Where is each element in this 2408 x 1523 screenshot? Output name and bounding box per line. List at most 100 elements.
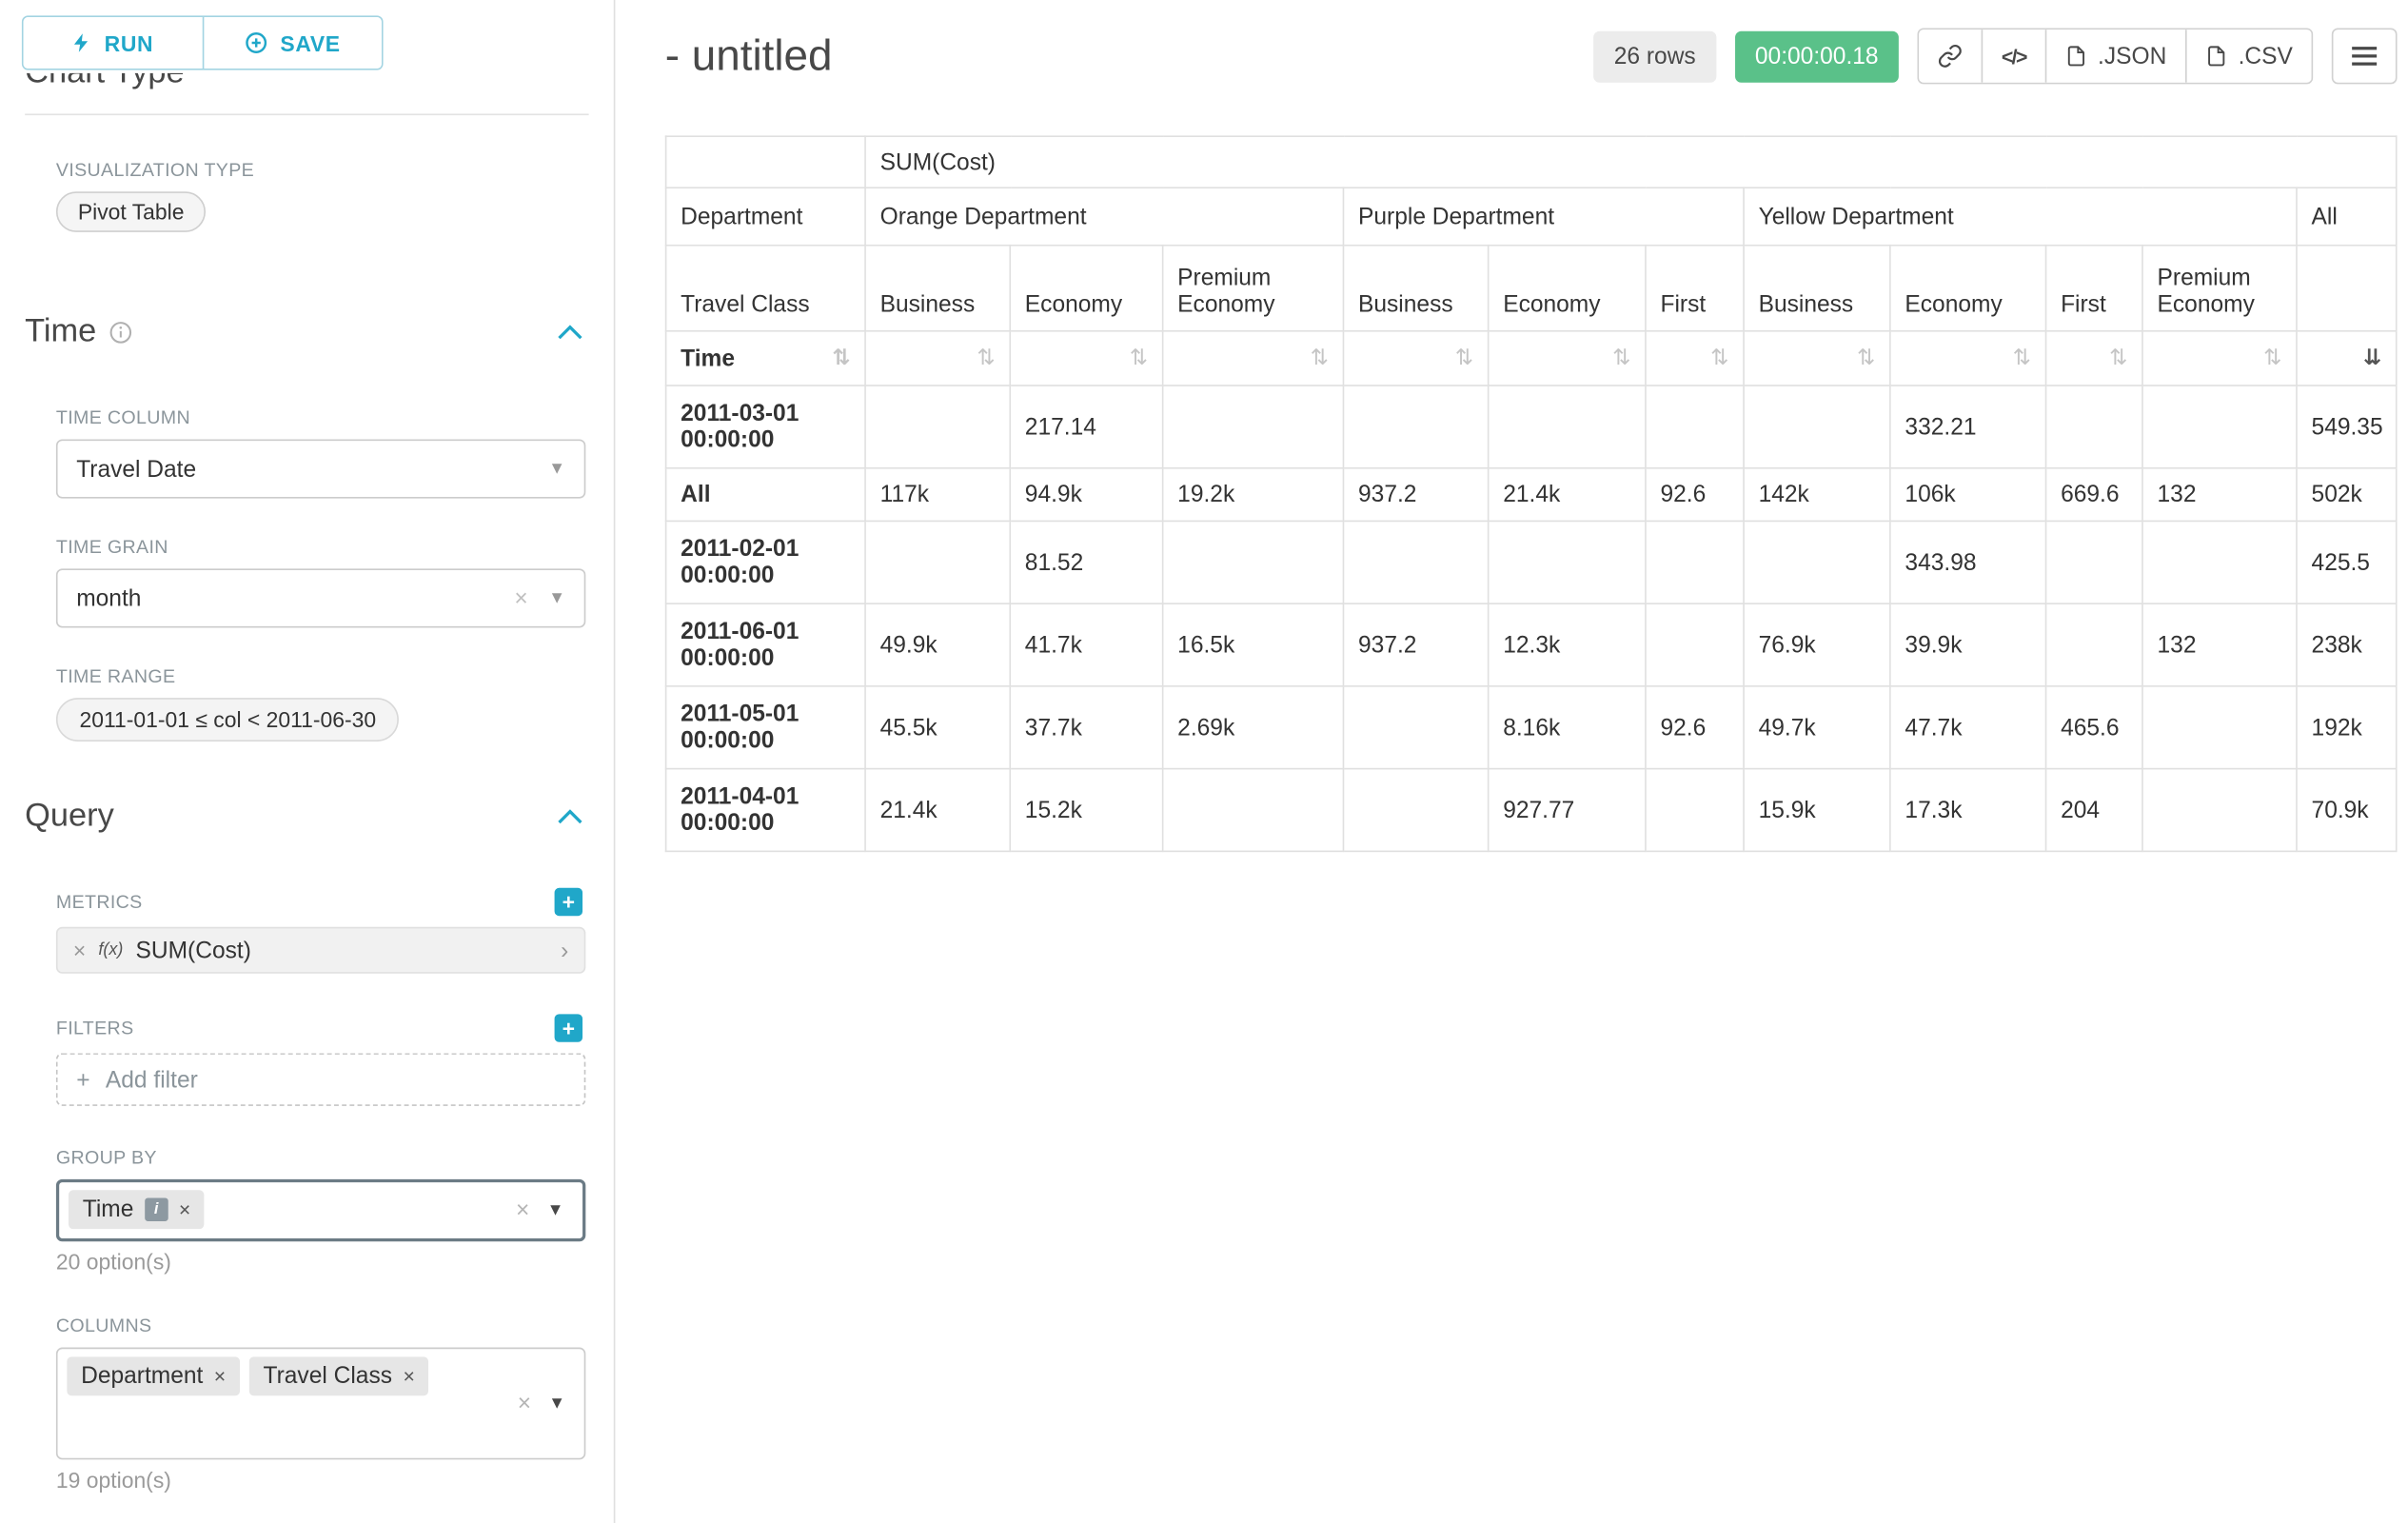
export-json-button[interactable]: .JSON [2044,30,2185,83]
clear-icon[interactable]: × [516,1197,529,1224]
control-panel: RUN SAVE Chart Type VISUALIZATION TYPE P… [0,0,615,1523]
sort-icon[interactable]: ⇅ [2158,346,2282,370]
pivot-value-cell: 132 [2142,468,2297,522]
pivot-value-cell: 927.77 [1489,769,1646,852]
pivot-value-cell: 2.69k [1163,686,1344,769]
time-sort-header: Time⇅ [666,331,865,386]
remove-metric-icon[interactable]: × [73,938,86,962]
fx-icon: f(x) [98,940,123,959]
sort-icon[interactable]: ⇅ [1177,346,1329,370]
add-filter-plus-button[interactable]: + [555,1014,582,1041]
sort-icon[interactable]: ⇅ [1025,346,1148,370]
table-row: 2011-05-01 00:00:0045.5k37.7k2.69k8.16k9… [666,686,2397,769]
pivot-value-cell: 502k [2297,468,2397,522]
sort-header-cell: ⇅ [1163,331,1344,386]
csv-button-label: .CSV [2239,43,2293,69]
pivot-value-cell: 15.9k [1744,769,1890,852]
sort-icon[interactable]: ⇊ [2312,346,2382,370]
table-row: All117k94.9k19.2k937.221.4k92.6142k106k6… [666,468,2397,522]
pivot-value-cell [1343,521,1488,603]
pivot-value-cell [1646,521,1744,603]
pivot-value-cell: 192k [2297,686,2397,769]
save-button-label: SAVE [280,30,340,55]
pivot-value-cell [1646,386,1744,468]
time-grain-label: TIME GRAIN [56,536,168,558]
pivot-value-cell: 332.21 [1890,386,2046,468]
section-divider [25,113,588,115]
sort-icon[interactable]: ⇅ [1759,346,1876,370]
more-menu-button[interactable] [2332,28,2398,84]
export-csv-button[interactable]: .CSV [2185,30,2312,83]
pivot-corner-cell [666,136,865,188]
pivot-value-cell: 41.7k [1010,603,1162,686]
remove-tag-icon[interactable]: × [403,1365,414,1389]
sort-icon[interactable]: ⇅ [1503,346,1630,370]
pivot-value-cell [1646,769,1744,852]
pivot-value-cell: 465.6 [2046,686,2142,769]
pivot-value-cell: 45.5k [865,686,1010,769]
travel-class-header: Premium Economy [1163,246,1344,331]
explore-view: RUN SAVE Chart Type VISUALIZATION TYPE P… [0,0,2408,1523]
group-by-tag[interactable]: Time i × [69,1190,205,1229]
columns-tag-department[interactable]: Department × [67,1356,240,1395]
visualization-type-label: VISUALIZATION TYPE [56,159,254,181]
columns-label: COLUMNS [56,1315,151,1336]
time-grain-select[interactable]: month × ▼ [56,568,585,627]
sort-icon[interactable]: ⇅ [832,346,850,370]
sort-icon[interactable]: ⇅ [880,346,996,370]
metric-header: SUM(Cost) [865,136,2397,188]
pivot-value-cell: 37.7k [1010,686,1162,769]
clear-icon[interactable]: × [518,1391,531,1417]
pivot-value-cell: 49.7k [1744,686,1890,769]
sort-icon[interactable]: ⇅ [2061,346,2127,370]
travel-class-header: Economy [1010,246,1162,331]
pivot-row-label: 2011-03-01 00:00:00 [666,386,865,468]
department-group-header: Yellow Department [1744,188,2297,246]
sort-header-cell: ⇅ [1646,331,1744,386]
columns-tag-travel-class[interactable]: Travel Class × [249,1356,429,1395]
chevron-down-icon: ▼ [548,460,565,479]
add-filter-label: Add filter [106,1066,198,1093]
sort-header-cell-active: ⇊ [2297,331,2397,386]
add-filter-button[interactable]: + Add filter [56,1053,585,1106]
columns-select[interactable]: Department × Travel Class × × ▼ [56,1348,585,1460]
plus-circle-icon [245,31,268,55]
sort-icon[interactable]: ⇅ [1660,346,1728,370]
chevron-up-icon[interactable] [558,808,582,823]
column-dimension-header: Department [666,188,865,246]
share-link-button[interactable] [1919,30,1981,83]
pivot-value-cell [2046,521,2142,603]
pivot-value-cell [2142,769,2297,852]
pivot-row-label: 2011-05-01 00:00:00 [666,686,865,769]
group-by-select[interactable]: Time i × × ▼ [56,1179,585,1241]
code-icon: </> [2002,45,2026,69]
travel-class-header: Business [1343,246,1488,331]
add-metric-button[interactable]: + [555,888,582,916]
remove-tag-icon[interactable]: × [214,1365,226,1389]
clear-icon[interactable]: × [514,584,527,611]
pivot-value-cell [1646,603,1744,686]
sort-header-cell: ⇅ [865,331,1010,386]
pivot-value-cell: 425.5 [2297,521,2397,603]
time-column-select[interactable]: Travel Date ▼ [56,439,585,498]
time-range-pill[interactable]: 2011-01-01 ≤ col < 2011-06-30 [56,698,400,742]
run-button[interactable]: RUN [24,17,202,69]
table-row: 2011-04-01 00:00:0021.4k15.2k927.7715.9k… [666,769,2397,852]
pivot-value-cell: 132 [2142,603,2297,686]
pivot-value-cell [1343,686,1488,769]
save-button[interactable]: SAVE [202,17,382,69]
chevron-up-icon[interactable] [558,324,582,339]
pivot-value-cell: 669.6 [2046,468,2142,522]
query-timer-badge: 00:00:00.18 [1735,30,1899,82]
group-by-options-count: 20 option(s) [56,1249,582,1274]
embed-code-button[interactable]: </> [1982,30,2045,83]
pivot-value-cell: 8.16k [1489,686,1646,769]
travel-class-header: Economy [1489,246,1646,331]
sort-icon[interactable]: ⇅ [1358,346,1473,370]
sort-header-cell: ⇅ [2142,331,2297,386]
sort-icon[interactable]: ⇅ [1905,346,2031,370]
viz-type-pill[interactable]: Pivot Table [56,191,206,232]
metric-item[interactable]: × f(x) SUM(Cost) › [56,927,585,974]
remove-tag-icon[interactable]: × [179,1197,190,1221]
time-column-label: TIME COLUMN [56,406,190,428]
